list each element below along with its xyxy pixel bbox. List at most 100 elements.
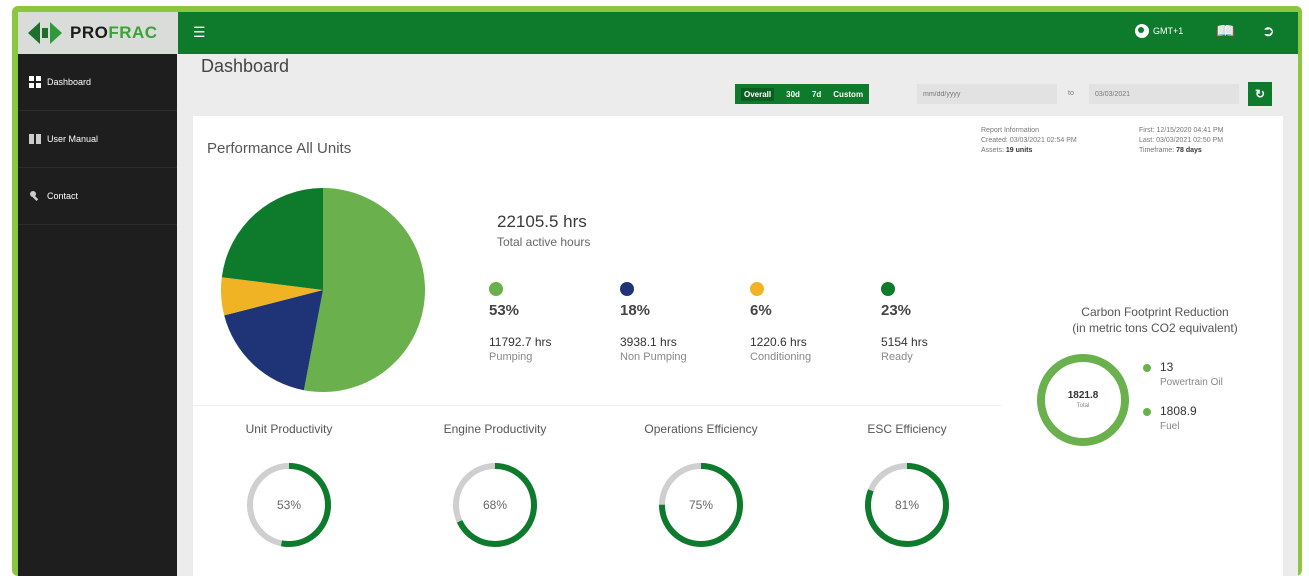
dashboard-icon <box>29 76 41 88</box>
total-hours-value: 22105.5 hrs <box>497 212 587 231</box>
total-hours-label: Total active hours <box>497 235 591 249</box>
timezone-label: GMT+1 <box>1153 26 1184 36</box>
logo[interactable]: PROFRAC <box>18 12 178 54</box>
sidebar-item-dashboard[interactable]: Dashboard <box>18 54 177 111</box>
logo-text-frac: FRAC <box>108 23 158 42</box>
fuel-label: Fuel <box>1160 421 1180 432</box>
stat-percent: 18% <box>620 302 651 319</box>
logo-text-pro: PRO <box>70 23 109 42</box>
stat-ready: 23% 5154 hrs Ready <box>881 282 1001 363</box>
sidebar-item-label: User Manual <box>47 134 99 144</box>
carbon-title-line1: Carbon Footprint Reduction <box>1081 305 1229 319</box>
stat-label: Pumping <box>489 351 533 363</box>
gauge-value-label: 75% <box>689 498 713 512</box>
carbon-title-line2: (in metric tons CO2 equivalent) <box>1072 321 1238 335</box>
sidebar-item-label: Dashboard <box>47 77 92 87</box>
to-label: to <box>1068 90 1074 97</box>
carbon-total-label: Total <box>1076 403 1090 409</box>
range-30d-button[interactable]: 30d <box>786 90 800 99</box>
section-divider <box>193 405 1001 406</box>
report-assets-label: Assets: <box>981 147 1004 154</box>
main-content: Dashboard Overall 30d 7d Custom to ↻ Per… <box>177 54 1298 576</box>
powertrain-oil-dot <box>1143 364 1151 372</box>
stat-label: Non Pumping <box>620 351 687 363</box>
sidebar: Dashboard User Manual Contact <box>18 54 177 576</box>
report-last-value: 03/03/2021 02:50 PM <box>1156 137 1224 144</box>
range-selector: Overall 30d 7d Custom <box>735 84 870 104</box>
report-first: First: 12/15/2020 04:41 PM <box>1139 126 1223 136</box>
fuel-dot <box>1143 408 1151 416</box>
report-heading: Report Information <box>981 127 1039 134</box>
report-info-left: Report Information Created: 03/03/2021 0… <box>981 126 1077 156</box>
hours-pie-chart <box>221 188 425 392</box>
gauge-value-label: 81% <box>895 498 919 512</box>
book-icon[interactable]: 📖 <box>1216 22 1235 40</box>
stat-non-pumping: 18% 3938.1 hrs Non Pumping <box>620 282 740 363</box>
report-first-label: First: <box>1139 127 1155 134</box>
report-last: Last: 03/03/2021 02:50 PM <box>1139 136 1223 146</box>
stat-pumping: 53% 11792.7 hrs Pumping <box>489 282 609 363</box>
gauge-value-label: 68% <box>483 498 507 512</box>
menu-toggle-icon[interactable]: ☰ <box>193 24 206 41</box>
gauge-title-esc-efficiency: ESC Efficiency <box>867 422 947 436</box>
report-created-value: 03/03/2021 02:54 PM <box>1009 137 1077 144</box>
report-assets-value: 19 units <box>1005 147 1033 154</box>
report-timeframe-label: Timeframe: <box>1139 147 1175 154</box>
unit-productivity-gauge: 53% <box>247 463 331 547</box>
report-assets: Assets: 19 units <box>981 146 1077 156</box>
gauge-title-operations-efficiency: Operations Efficiency <box>644 422 758 436</box>
wrench-icon <box>30 191 39 202</box>
sidebar-item-label: Contact <box>47 191 79 201</box>
gauge-value-label: 53% <box>277 498 301 512</box>
gauge-title-unit-productivity: Unit Productivity <box>245 422 333 436</box>
engine-productivity-gauge: 68% <box>453 463 537 547</box>
globe-icon <box>1135 24 1149 38</box>
report-first-value: 12/15/2020 04:41 PM <box>1156 127 1224 134</box>
stat-hours: 3938.1 hrs <box>620 335 677 349</box>
non-pumping-color-dot <box>620 282 634 296</box>
powertrain-oil-label: Powertrain Oil <box>1160 377 1223 388</box>
report-info-right: First: 12/15/2020 04:41 PM Last: 03/03/2… <box>1139 126 1223 156</box>
stat-label: Conditioning <box>750 351 812 363</box>
carbon-title: Carbon Footprint Reduction (in metric to… <box>1035 304 1275 336</box>
operations-efficiency-gauge: 75% <box>659 463 743 547</box>
stat-hours: 5154 hrs <box>881 335 928 349</box>
card-title: Performance All Units <box>207 140 352 157</box>
carbon-total-value: 1821.8 <box>1067 390 1099 401</box>
powertrain-oil-value: 13 <box>1160 360 1174 374</box>
range-custom-button[interactable]: Custom <box>833 90 863 99</box>
stat-hours: 11792.7 hrs <box>489 335 552 349</box>
top-bar: PROFRAC ☰ GMT+1 📖 ➲ <box>18 12 1298 54</box>
book-icon <box>29 134 41 144</box>
conditioning-color-dot <box>750 282 764 296</box>
range-overall-button[interactable]: Overall <box>741 87 775 101</box>
to-date-input[interactable] <box>1089 84 1239 104</box>
profrac-logo-mark <box>28 22 62 44</box>
page-title: Dashboard <box>201 56 290 76</box>
logo-text: PROFRAC <box>70 23 158 43</box>
refresh-button[interactable]: ↻ <box>1248 82 1272 106</box>
pie-slice-ready <box>221 188 323 290</box>
esc-efficiency-gauge: 81% <box>865 463 949 547</box>
refresh-icon: ↻ <box>1254 87 1266 101</box>
logout-icon[interactable]: ➲ <box>1262 22 1275 40</box>
gauge-title-engine-productivity: Engine Productivity <box>443 422 547 436</box>
pumping-color-dot <box>489 282 503 296</box>
report-created: Created: 03/03/2021 02:54 PM <box>981 136 1077 146</box>
timezone-selector[interactable]: GMT+1 <box>1135 24 1183 38</box>
sidebar-item-user-manual[interactable]: User Manual <box>18 111 177 168</box>
report-last-label: Last: <box>1139 137 1155 144</box>
ready-color-dot <box>881 282 895 296</box>
sidebar-item-contact[interactable]: Contact <box>18 168 177 225</box>
stat-percent: 6% <box>750 302 772 319</box>
stat-percent: 23% <box>881 302 912 319</box>
report-created-label: Created: <box>981 137 1008 144</box>
range-7d-button[interactable]: 7d <box>812 90 821 99</box>
from-date-input[interactable] <box>917 84 1057 104</box>
stat-percent: 53% <box>489 302 520 319</box>
stat-label: Ready <box>881 351 913 363</box>
stat-hours: 1220.6 hrs <box>750 335 807 349</box>
report-timeframe: Timeframe: 78 days <box>1139 146 1223 156</box>
report-timeframe-value: 78 days <box>1176 147 1202 154</box>
performance-card: Performance All Units Report Information… <box>193 116 1283 576</box>
